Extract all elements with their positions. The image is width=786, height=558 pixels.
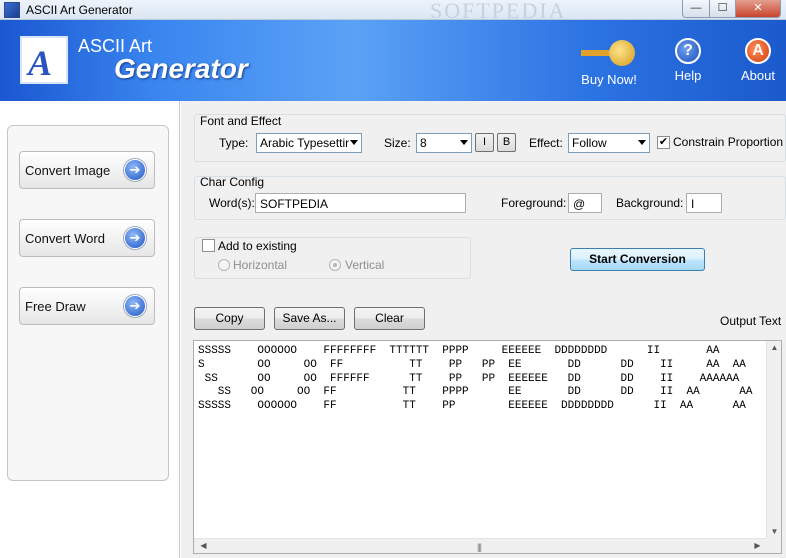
add-existing-label: Add to existing (218, 239, 297, 253)
convert-image-button[interactable]: Convert Image ➔ (19, 151, 155, 189)
horizontal-label: Horizontal (233, 258, 288, 272)
horizontal-scrollbar[interactable]: ◀ ||| ▶ (194, 538, 767, 553)
size-label: Size: (384, 136, 411, 150)
free-draw-label: Free Draw (25, 299, 86, 314)
type-label: Type: (219, 136, 249, 150)
help-button[interactable]: ? Help (666, 38, 710, 83)
help-icon: ? (675, 38, 701, 64)
scroll-grip-icon[interactable]: ||| (477, 542, 482, 552)
start-conversion-button[interactable]: Start Conversion (570, 248, 705, 271)
window-title-bar: ASCII Art Generator SOFTPEDIA — ☐ ✕ (0, 0, 786, 23)
output-textarea[interactable]: SSSSS OOOOOO FFFFFFFF TTTTTT PPPP EEEEEE… (193, 340, 782, 554)
effect-label: Effect: (529, 136, 563, 150)
convert-word-label: Convert Word (25, 231, 105, 246)
chevron-down-icon (350, 140, 358, 145)
convert-word-button[interactable]: Convert Word ➔ (19, 219, 155, 257)
scroll-down-icon[interactable]: ▼ (767, 527, 781, 536)
output-text-label: Output Text (720, 314, 782, 328)
foreground-input[interactable]: @ (568, 193, 602, 213)
buy-now-button[interactable]: Buy Now! (576, 38, 642, 87)
vertical-label: Vertical (345, 258, 385, 272)
logo-letter: A (28, 43, 53, 83)
words-input[interactable]: SOFTPEDIA (255, 193, 466, 213)
app-logo: A (20, 36, 68, 84)
close-button[interactable]: ✕ (735, 0, 781, 18)
char-config-title: Char Config (200, 175, 265, 189)
key-icon (579, 38, 639, 68)
effect-value: Follow (572, 136, 607, 150)
horizontal-radio[interactable] (218, 259, 230, 271)
size-select[interactable]: 8 (416, 133, 472, 153)
about-label: About (741, 68, 775, 83)
copy-button[interactable]: Copy (194, 307, 265, 330)
constrain-proportion-label: Constrain Proportion (673, 135, 784, 149)
convert-image-label: Convert Image (25, 163, 111, 178)
header-banner: A ASCII Art Generator Buy Now! ? Help A … (0, 20, 786, 101)
clear-button[interactable]: Clear (354, 307, 425, 330)
size-value: 8 (420, 136, 427, 150)
words-label: Word(s): (209, 196, 255, 210)
minimize-button[interactable]: — (682, 0, 710, 18)
foreground-label: Foreground: (501, 196, 567, 210)
add-existing-checkbox[interactable] (202, 239, 215, 252)
scroll-up-icon[interactable]: ▲ (767, 343, 781, 352)
type-select[interactable]: Arabic Typesettir (256, 133, 362, 153)
type-value: Arabic Typesettir (260, 136, 350, 150)
italic-button[interactable]: I (475, 133, 494, 152)
arrow-right-icon: ➔ (124, 227, 146, 249)
vertical-scrollbar[interactable]: ▲ ▼ (766, 341, 781, 538)
font-effect-title: Font and Effect (200, 114, 282, 128)
constrain-proportion-checkbox[interactable]: ✔ (657, 136, 670, 149)
arrow-right-icon: ➔ (124, 295, 146, 317)
scroll-left-icon[interactable]: ◀ (196, 541, 211, 550)
background-label: Background: (616, 196, 684, 210)
window-title: ASCII Art Generator (26, 3, 133, 17)
bold-button[interactable]: B (497, 133, 516, 152)
about-icon: A (745, 38, 771, 64)
scroll-corner (766, 538, 781, 553)
arrow-right-icon: ➔ (124, 159, 146, 181)
app-icon (4, 2, 20, 18)
effect-select[interactable]: Follow (568, 133, 650, 153)
about-button[interactable]: A About (736, 38, 780, 83)
vertical-radio[interactable] (329, 259, 341, 271)
save-as-button[interactable]: Save As... (274, 307, 345, 330)
help-label: Help (674, 68, 702, 83)
background-input[interactable]: I (686, 193, 722, 213)
output-ascii-art: SSSSS OOOOOO FFFFFFFF TTTTTT PPPP EEEEEE… (198, 345, 753, 413)
chevron-down-icon (638, 140, 646, 145)
app-title-line2: Generator (114, 53, 248, 84)
chevron-down-icon (460, 140, 468, 145)
free-draw-button[interactable]: Free Draw ➔ (19, 287, 155, 325)
maximize-button[interactable]: ☐ (709, 0, 736, 18)
scroll-right-icon[interactable]: ▶ (750, 541, 765, 550)
buy-now-label: Buy Now! (581, 72, 637, 87)
